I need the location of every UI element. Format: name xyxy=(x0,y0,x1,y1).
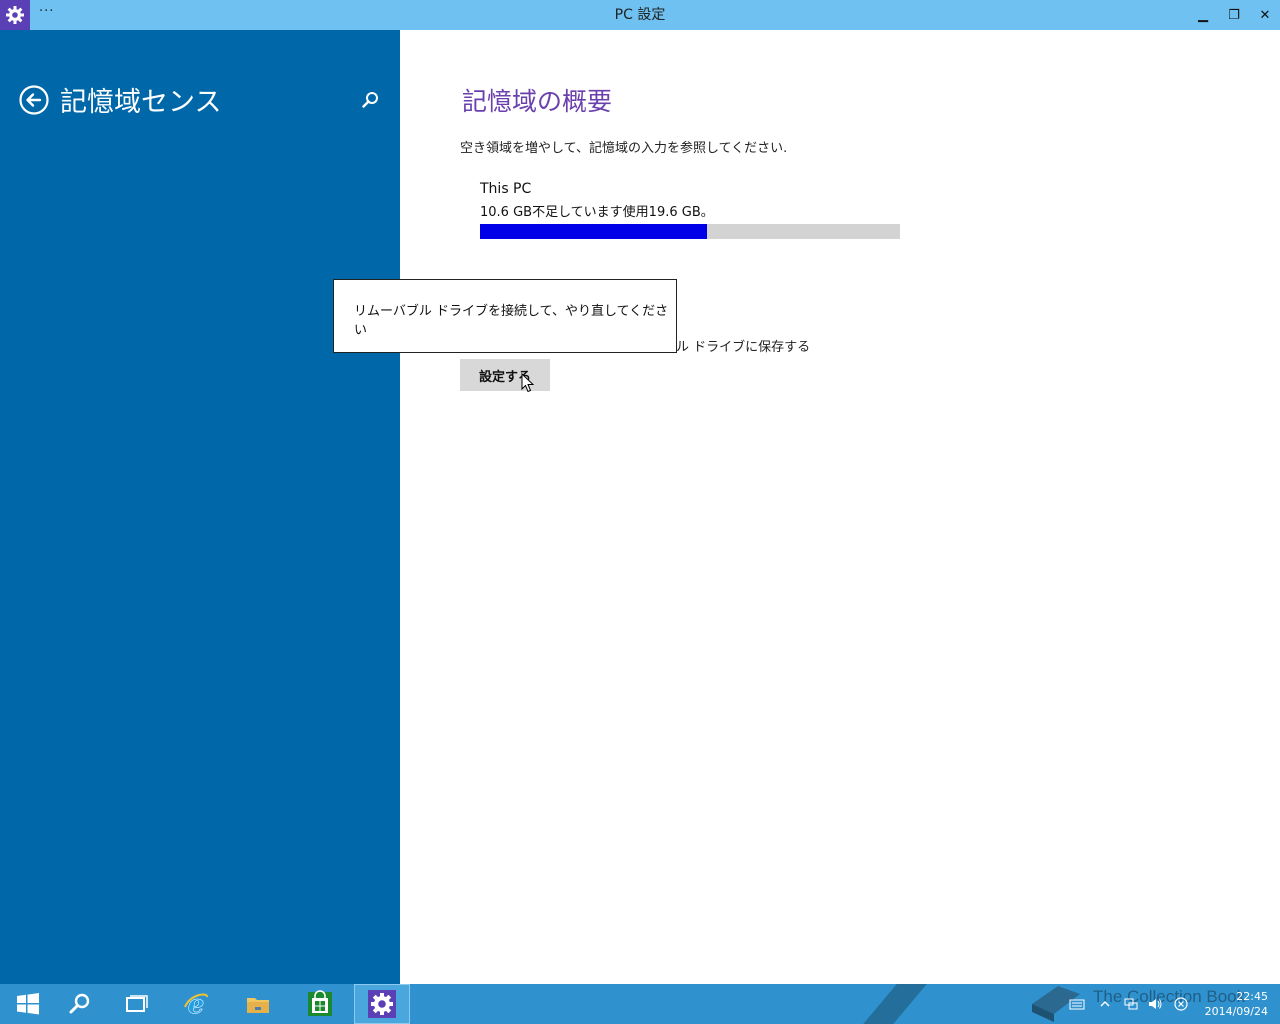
settings-gear-icon xyxy=(368,990,396,1018)
network-icon[interactable] xyxy=(1123,996,1139,1012)
set-button[interactable]: 設定する xyxy=(460,359,550,391)
main-content: 記憶域の概要 空き領域を増やして、記憶域の入力を参照してください. This P… xyxy=(400,30,1280,984)
drive-name[interactable]: This PC xyxy=(480,181,531,197)
drive-usage-text: 10.6 GB不足しています使用19.6 GB。 xyxy=(480,205,714,220)
task-view-icon xyxy=(126,995,148,1012)
back-arrow-icon[interactable] xyxy=(19,85,49,115)
taskbar-decoration xyxy=(863,984,927,1024)
search-icon[interactable] xyxy=(360,90,380,110)
restore-button[interactable]: ❐ xyxy=(1219,0,1249,30)
keyboard-icon[interactable] xyxy=(1069,996,1085,1012)
usage-bar-fill xyxy=(480,224,707,239)
store-icon xyxy=(308,990,332,1016)
settings-gear-icon[interactable] xyxy=(0,0,30,30)
clock-date: 2014/09/24 xyxy=(1204,1005,1268,1018)
mouse-cursor-icon xyxy=(521,373,535,393)
file-explorer-button[interactable] xyxy=(230,984,286,1024)
section-title: 記憶域センス xyxy=(60,87,222,118)
error-popup: リムーバブル ドライブを接続して、やり直してください xyxy=(333,279,677,353)
action-center-icon[interactable] xyxy=(1173,996,1189,1012)
clock-time: 22:45 xyxy=(1236,990,1268,1003)
volume-icon[interactable] xyxy=(1147,996,1163,1012)
folder-icon xyxy=(247,998,269,1013)
start-button[interactable] xyxy=(0,984,56,1024)
clock[interactable]: 22:45 2014/09/24 xyxy=(1196,989,1268,1019)
page-description: 空き領域を増やして、記憶域の入力を参照してください. xyxy=(460,141,788,156)
search-icon xyxy=(69,993,90,1014)
store-button[interactable] xyxy=(292,984,348,1024)
app-menu-button[interactable]: ··· xyxy=(39,4,54,19)
title-bar: ··· PC 設定 ▁ ❐ ✕ xyxy=(0,0,1280,30)
usage-bar xyxy=(480,224,900,239)
taskbar-search-button[interactable] xyxy=(52,984,108,1024)
minimize-button[interactable]: ▁ xyxy=(1188,0,1218,30)
page-title: 記憶域の概要 xyxy=(462,87,613,116)
task-view-button[interactable] xyxy=(108,984,164,1024)
chevron-up-icon[interactable] xyxy=(1097,996,1113,1012)
pc-settings-taskbar-button[interactable] xyxy=(354,984,410,1024)
internet-explorer-icon: e xyxy=(184,990,208,1018)
close-button[interactable]: ✕ xyxy=(1250,0,1280,30)
internet-explorer-button[interactable]: e xyxy=(168,984,224,1024)
taskbar: e The Collection Book 22:45 2014/09/24 xyxy=(0,984,1280,1024)
save-location-text: ル ドライブに保存する xyxy=(676,340,811,355)
sidebar: 記憶域センス xyxy=(0,30,400,984)
popup-message: リムーバブル ドライブを接続して、やり直してください xyxy=(354,304,669,338)
windows-logo-icon xyxy=(17,993,39,1015)
window-title: PC 設定 xyxy=(614,7,666,23)
